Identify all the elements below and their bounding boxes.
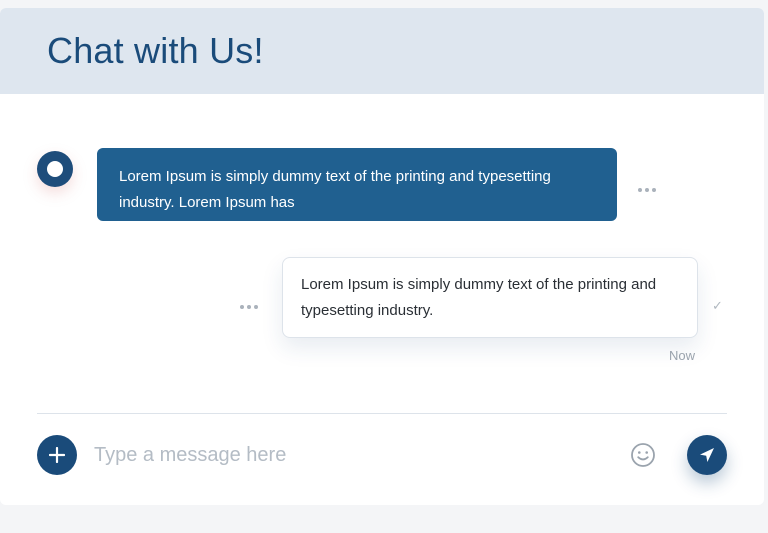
avatar [37, 151, 73, 187]
outgoing-message-text: Lorem Ipsum is simply dummy text of the … [301, 276, 657, 319]
incoming-message-text: Lorem Ipsum is simply dummy text of the … [119, 168, 551, 211]
add-attachment-button[interactable] [37, 435, 77, 475]
chat-widget: Chat with Us! Lorem Ipsum is simply dumm… [0, 8, 764, 505]
emoji-button[interactable] [630, 442, 656, 468]
incoming-message-bubble: Lorem Ipsum is simply dummy text of the … [97, 148, 617, 221]
send-button[interactable] [687, 435, 727, 475]
message-options-icon[interactable] [638, 188, 656, 192]
chat-header: Chat with Us! [0, 8, 764, 94]
outgoing-message-bubble: Lorem Ipsum is simply dummy text of the … [282, 257, 698, 338]
check-icon: ✓ [712, 298, 723, 313]
composer-divider [37, 413, 727, 414]
smiley-icon [631, 443, 655, 467]
paper-plane-icon [700, 448, 714, 462]
message-timestamp: Now [669, 348, 696, 363]
message-input[interactable] [94, 438, 594, 472]
message-options-icon[interactable] [240, 305, 258, 309]
chat-title: Chat with Us! [47, 30, 264, 71]
plus-icon [49, 447, 65, 463]
